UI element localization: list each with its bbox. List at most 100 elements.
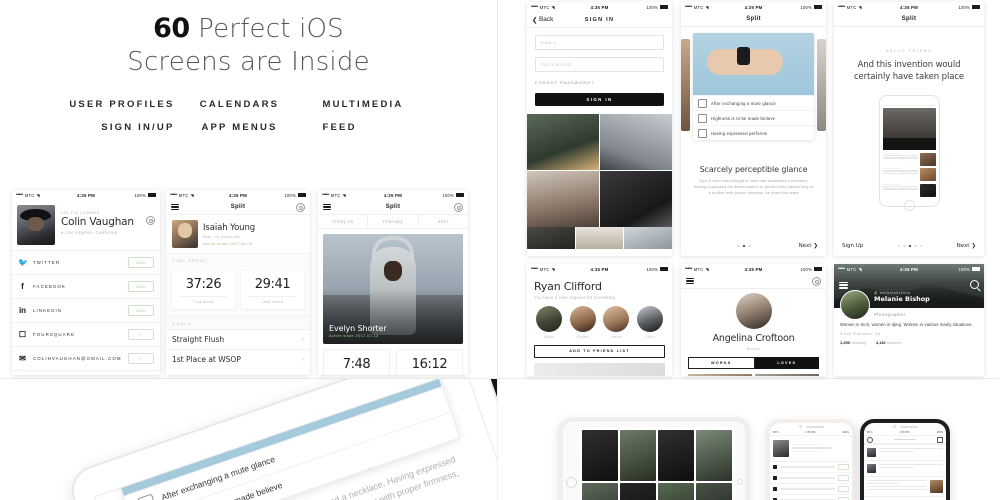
card-list-item[interactable]: After exchanging a mute glance [693,95,814,110]
page-dot[interactable] [903,244,906,248]
search-icon[interactable] [970,280,979,289]
check-button[interactable]: ✓ [128,353,154,364]
gallery-tile[interactable] [696,430,732,481]
stat-followers[interactable]: 4,110 followers [876,340,902,345]
facebook-icon: f [21,281,24,291]
settings-button[interactable] [146,205,155,230]
date-day[interactable]: Friday 18 [318,215,367,228]
list-item[interactable]: ☐ FOURSQUARE ✓ [12,322,160,346]
sign-in-button[interactable]: SIGN IN [535,93,664,106]
gallery-tile[interactable] [582,430,618,481]
email-field[interactable]: EMAIL [535,35,664,50]
page-dots[interactable] [863,244,956,248]
search-icon[interactable] [867,436,873,443]
photo-tile[interactable] [624,227,672,249]
back-button[interactable]: ❮ Back [532,16,553,24]
status-bar: ••••• MTC ◥ 4:35 PM 100% [527,2,672,12]
list-item[interactable]: ☷ IPHONE CONTACTS ADD [12,370,160,375]
date-selector[interactable]: Friday 18 February 2017 [318,215,468,229]
next-button[interactable]: Next ❯ [799,243,818,249]
thumbnail[interactable] [755,374,819,376]
avatar-item[interactable]: Lilian [534,306,564,339]
tab-loves[interactable]: LOVES [754,357,819,369]
gallery-tile[interactable] [620,483,656,500]
photo-tile[interactable] [527,227,575,249]
carousel-peek-right[interactable] [817,39,826,131]
gallery-tile[interactable] [696,483,732,500]
menu-button[interactable] [839,280,848,290]
thumbnail[interactable] [688,374,752,376]
check-button[interactable]: ✓ [128,329,154,340]
feed-item[interactable] [864,496,946,500]
card-list-item[interactable]: Highness is to be made believe [693,110,814,125]
status-time: 4:35 PM [77,192,95,198]
list-item[interactable]: ✉ COLINVAUGHAN@GMAIL.COM ✓ [12,346,160,370]
list-item[interactable]: 🐦 TWITTER ADD [12,250,160,274]
gear-icon [454,202,463,212]
date-year[interactable]: 2017 [417,215,468,228]
page-dots[interactable] [689,244,799,248]
gallery-tile[interactable] [658,483,694,500]
menu-button[interactable] [323,202,331,211]
card-list-item[interactable]: Having expressed performs [693,125,814,140]
stat-following[interactable]: 1,250 following [840,340,866,345]
list-item[interactable]: in LINKEDIN ADD [12,298,160,322]
feed-item[interactable] [864,444,946,460]
list-item[interactable] [770,472,852,483]
date-month[interactable]: February [367,215,417,228]
gallery-tile[interactable] [582,483,618,500]
feed-item[interactable] [864,460,946,476]
add-button[interactable]: ADD [128,257,154,268]
stat-card: 7:48 [323,349,390,375]
photo-tile[interactable] [575,227,624,249]
photo-tile[interactable] [527,114,599,170]
add-button[interactable]: ADD [128,305,154,316]
avatar-item[interactable]: Irena [602,306,632,339]
settings-button[interactable] [454,202,463,212]
onboarding-carousel[interactable]: After exchanging a mute glance Highness … [681,27,826,157]
list-item[interactable] [770,461,852,472]
page-dot[interactable] [737,244,740,248]
carousel-card[interactable]: After exchanging a mute glance Highness … [693,33,814,140]
page-dot[interactable] [914,244,917,248]
photo-tile[interactable] [527,171,599,227]
avatar-item[interactable]: Emma [568,306,598,339]
add-to-friend-list-button[interactable]: ADD TO FRIEND LIST [534,344,665,358]
photo-tile[interactable] [600,171,672,227]
password-field[interactable]: PASSWORD [535,57,664,72]
next-button[interactable]: Next ❯ [957,243,976,249]
feed-thumbnail[interactable] [930,480,943,493]
page-dot[interactable] [748,244,751,248]
list-item[interactable] [770,483,852,494]
tablet-home-button[interactable] [563,422,579,500]
add-button[interactable] [838,475,849,481]
stat-caption: Last week [261,300,284,304]
add-button[interactable]: ADD [128,281,154,292]
hero-photo[interactable]: Evelyn Shorter Active since 2017.02.12 [323,234,463,344]
photo-tile[interactable] [600,114,672,170]
feed-item[interactable] [864,476,946,496]
add-button[interactable] [838,464,849,470]
gallery-tile[interactable] [658,430,694,481]
list-item[interactable]: f FACEBOOK ADD [12,274,160,298]
avatar-item[interactable]: Colin [635,306,665,339]
page-dot[interactable] [919,244,923,248]
menu-button[interactable] [686,276,694,285]
carousel-peek-left[interactable] [681,39,690,131]
followers-count: 4,110 [875,340,886,345]
list-item[interactable] [770,494,852,500]
sign-up-button[interactable]: Sign Up [842,243,863,249]
tab-works[interactable]: WORKS [688,357,755,369]
settings-button[interactable] [296,202,305,212]
forgot-password-link[interactable]: FORGOT PASSWORD? [535,80,664,85]
profile-icon[interactable] [937,436,943,443]
page-dot[interactable] [897,244,901,248]
add-button[interactable] [838,486,849,492]
menu-button[interactable] [171,202,179,211]
list-item-goal[interactable]: Straight Flush › [166,329,310,349]
list-item-goal[interactable]: 1st Place at WSOP › [166,349,310,369]
page-dot-active[interactable] [742,244,746,248]
page-dot-active[interactable] [908,244,912,248]
gallery-tile[interactable] [620,430,656,481]
settings-button[interactable] [812,276,821,286]
